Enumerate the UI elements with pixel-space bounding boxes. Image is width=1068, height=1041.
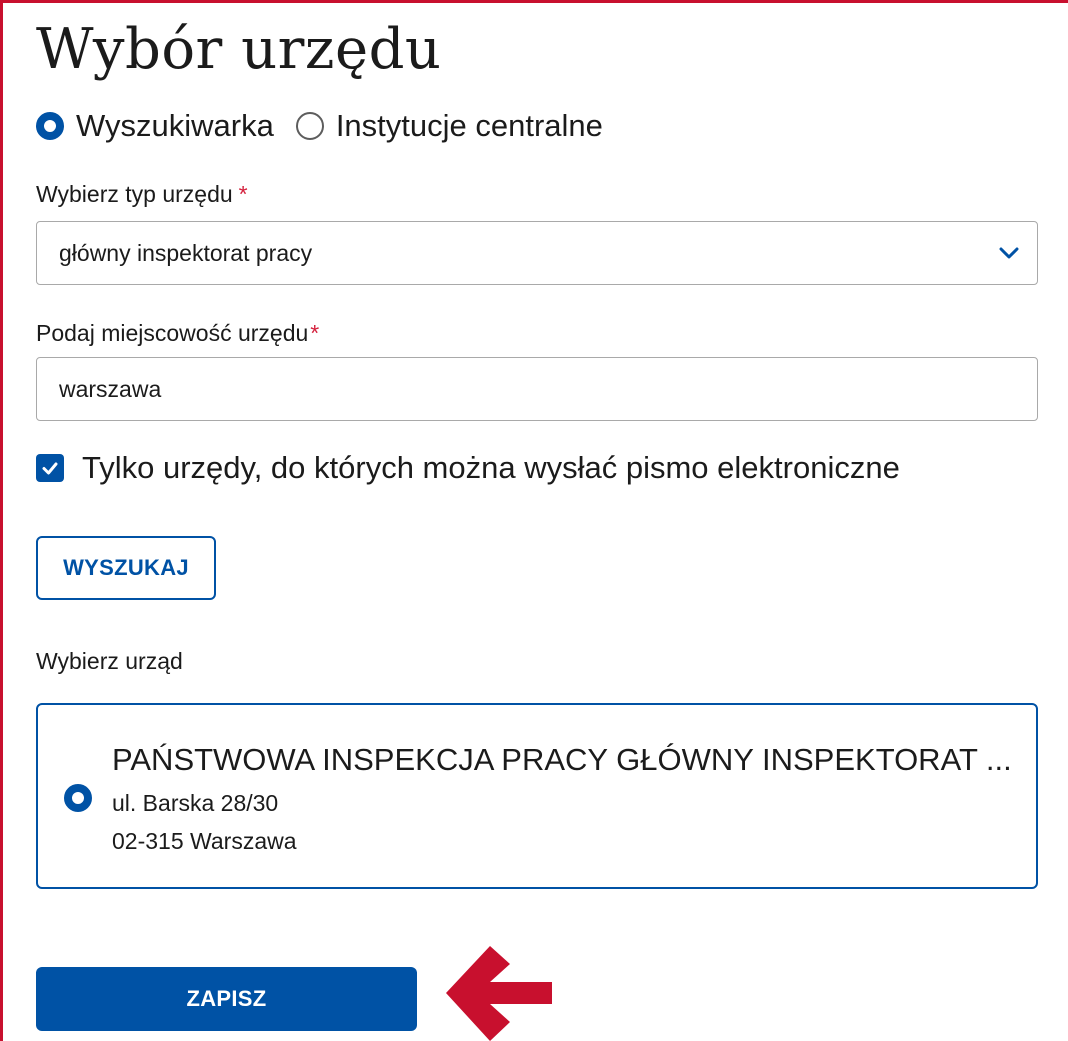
required-mark: * <box>310 320 320 346</box>
office-street: ul. Barska 28/30 <box>112 790 279 816</box>
city-input[interactable]: warszawa <box>36 357 1038 421</box>
radio-search-checked[interactable] <box>36 112 64 140</box>
radio-central[interactable] <box>295 112 324 140</box>
frame-top-border <box>0 0 1068 3</box>
required-mark: * <box>238 181 248 207</box>
mode-option-search[interactable]: Wyszukiwarka <box>36 108 274 144</box>
electronic-only-checkbox[interactable] <box>36 454 64 482</box>
electronic-only-option[interactable]: Tylko urzędy, do których można wysłać pi… <box>36 450 900 486</box>
mode-option-search-label: Wyszukiwarka <box>76 108 274 143</box>
mode-option-central[interactable]: Instytucje centralne <box>295 108 603 144</box>
office-city: 02-315 Warszawa <box>112 828 297 854</box>
office-type-select[interactable]: główny inspektorat pracy <box>36 221 1038 285</box>
office-result-card[interactable]: PAŃSTWOWA INSPEKCJA PRACY GŁÓWNY INSPEKT… <box>36 703 1038 889</box>
office-radio-checked[interactable] <box>64 784 92 812</box>
office-type-label: Wybierz typ urzędu * <box>36 181 248 208</box>
electronic-only-label: Tylko urzędy, do których można wysłać pi… <box>82 450 900 485</box>
office-type-value: główny inspektorat pracy <box>59 239 313 266</box>
city-input-value: warszawa <box>59 375 162 402</box>
office-type-label-text: Wybierz typ urzędu <box>36 181 233 207</box>
arrow-left-icon <box>446 946 552 1041</box>
checkmark-icon <box>42 462 58 475</box>
office-name: PAŃSTWOWA INSPEKCJA PRACY GŁÓWNY INSPEKT… <box>112 742 1012 777</box>
city-label-text: Podaj miejscowość urzędu <box>36 320 309 346</box>
mode-option-central-label: Instytucje centralne <box>335 108 603 143</box>
frame-left-border <box>0 0 3 1041</box>
city-label: Podaj miejscowość urzędu* <box>36 320 319 347</box>
chevron-down-icon[interactable] <box>997 241 1021 265</box>
save-button[interactable]: ZAPISZ <box>36 967 417 1031</box>
results-label: Wybierz urząd <box>36 648 183 674</box>
mode-radio-group: Wyszukiwarka Instytucje centralne <box>36 106 603 146</box>
search-button[interactable]: WYSZUKAJ <box>36 536 216 600</box>
page-title: Wybór urzędu <box>36 17 442 82</box>
